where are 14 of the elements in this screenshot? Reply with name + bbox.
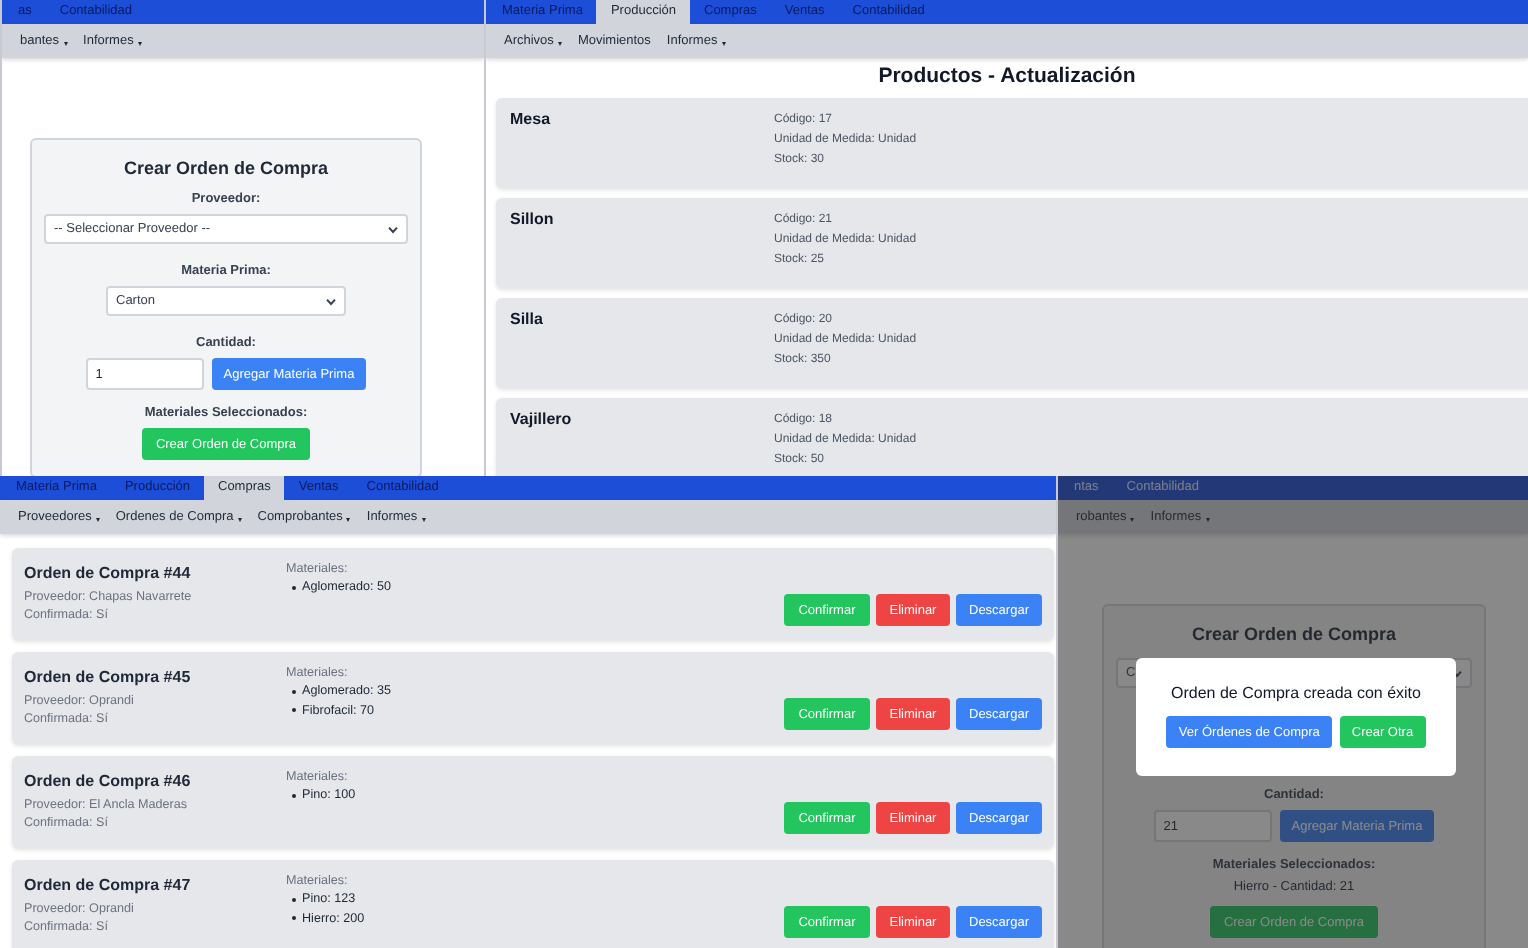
order-title: Orden de Compra #46 — [24, 772, 193, 790]
form-title: Crear Orden de Compra — [123, 158, 329, 178]
product-name: Sillon — [510, 210, 556, 232]
product-name: Silla — [510, 310, 545, 332]
product-name: Mesa — [510, 110, 553, 132]
dialog-message: Orden de Compra creada con éxito — [1171, 684, 1421, 702]
order-title: Orden de Compra #44 — [24, 564, 193, 582]
page-title: Productos - Actualización — [876, 64, 1138, 88]
form-title: Crear Orden de Compra — [1191, 624, 1397, 644]
order-title: Orden de Compra #47 — [24, 876, 193, 894]
chevron-icon — [326, 297, 336, 305]
product-name: Vajillero — [510, 410, 574, 432]
chevron-icon — [388, 225, 398, 233]
order-title: Orden de Compra #45 — [24, 668, 193, 686]
